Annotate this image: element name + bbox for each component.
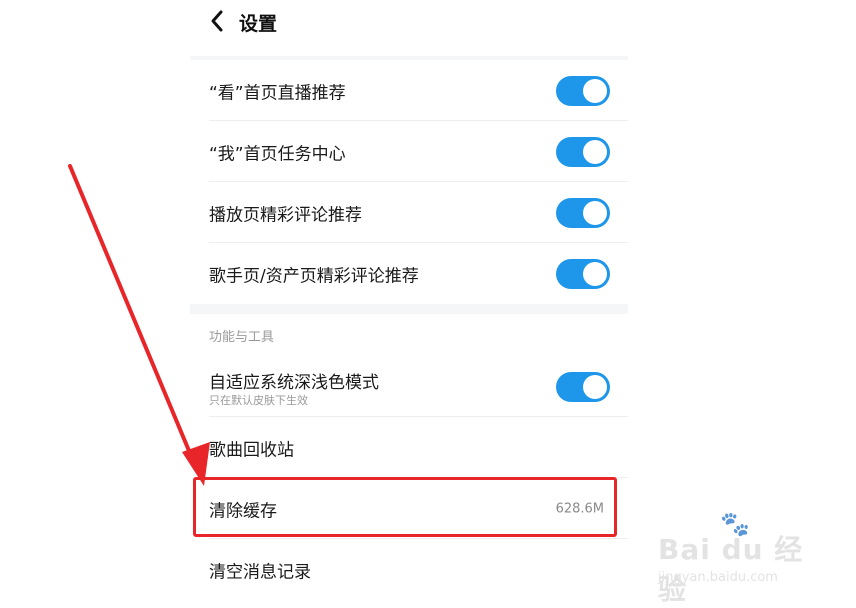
setting-row-clear-messages[interactable]: 清空消息记录 <box>190 539 628 600</box>
setting-label: 播放页精彩评论推荐 <box>209 205 362 225</box>
setting-row-clear-cache[interactable]: 清除缓存 628.6M <box>190 478 628 539</box>
setting-row-me-task-center[interactable]: “我”首页任务中心 <box>190 121 628 182</box>
recommendation-settings-group: “看”首页直播推荐 “我”首页任务中心 播放页精彩评论推荐 歌手页/资产页精彩评… <box>190 60 628 304</box>
setting-sublabel: 只在默认皮肤下生效 <box>209 394 308 407</box>
back-arrow-icon[interactable] <box>208 9 228 33</box>
dark-mode-toggle[interactable] <box>556 371 610 402</box>
tools-settings-group: 功能与工具 自适应系统深浅色模式 只在默认皮肤下生效 歌曲回收站 清除缓存 62… <box>190 314 628 605</box>
setting-label: “我”首页任务中心 <box>209 144 346 164</box>
play-comments-toggle[interactable] <box>556 197 610 228</box>
setting-label: 清除缓存 <box>209 501 277 521</box>
toggle-knob <box>583 200 607 225</box>
watermark: 🐾 Bai du 经验 jingyan.baidu.com <box>650 510 830 606</box>
setting-label: 清空消息记录 <box>209 562 311 582</box>
section-header: 功能与工具 <box>209 330 275 345</box>
toggle-knob <box>583 139 607 164</box>
cache-size-value: 628.6M <box>555 501 604 516</box>
page-title: 设置 <box>239 13 278 35</box>
singer-comments-toggle[interactable] <box>556 258 610 289</box>
setting-label: 自适应系统深浅色模式 <box>209 373 379 393</box>
setting-row-singer-comments[interactable]: 歌手页/资产页精彩评论推荐 <box>190 243 628 304</box>
setting-row-look-live[interactable]: “看”首页直播推荐 <box>190 60 628 121</box>
setting-row-play-comments[interactable]: 播放页精彩评论推荐 <box>190 182 628 243</box>
setting-label: 歌曲回收站 <box>209 440 294 460</box>
me-task-center-toggle[interactable] <box>556 136 610 167</box>
toggle-knob <box>583 261 607 286</box>
look-live-toggle[interactable] <box>556 75 610 106</box>
setting-label: “看”首页直播推荐 <box>209 83 346 103</box>
toggle-knob <box>583 374 607 399</box>
setting-row-dark-mode[interactable]: 自适应系统深浅色模式 只在默认皮肤下生效 <box>190 356 628 417</box>
watermark-url: jingyan.baidu.com <box>658 570 778 585</box>
toggle-knob <box>583 78 607 103</box>
settings-screen: 设置 “看”首页直播推荐 “我”首页任务中心 播放页精彩评论推荐 歌手页/资产页… <box>190 0 628 605</box>
setting-label: 歌手页/资产页精彩评论推荐 <box>209 266 419 286</box>
setting-row-recycle-bin[interactable]: 歌曲回收站 <box>190 417 628 478</box>
watermark-brand: Bai du 经验 <box>658 533 804 606</box>
header: 设置 <box>190 0 628 56</box>
